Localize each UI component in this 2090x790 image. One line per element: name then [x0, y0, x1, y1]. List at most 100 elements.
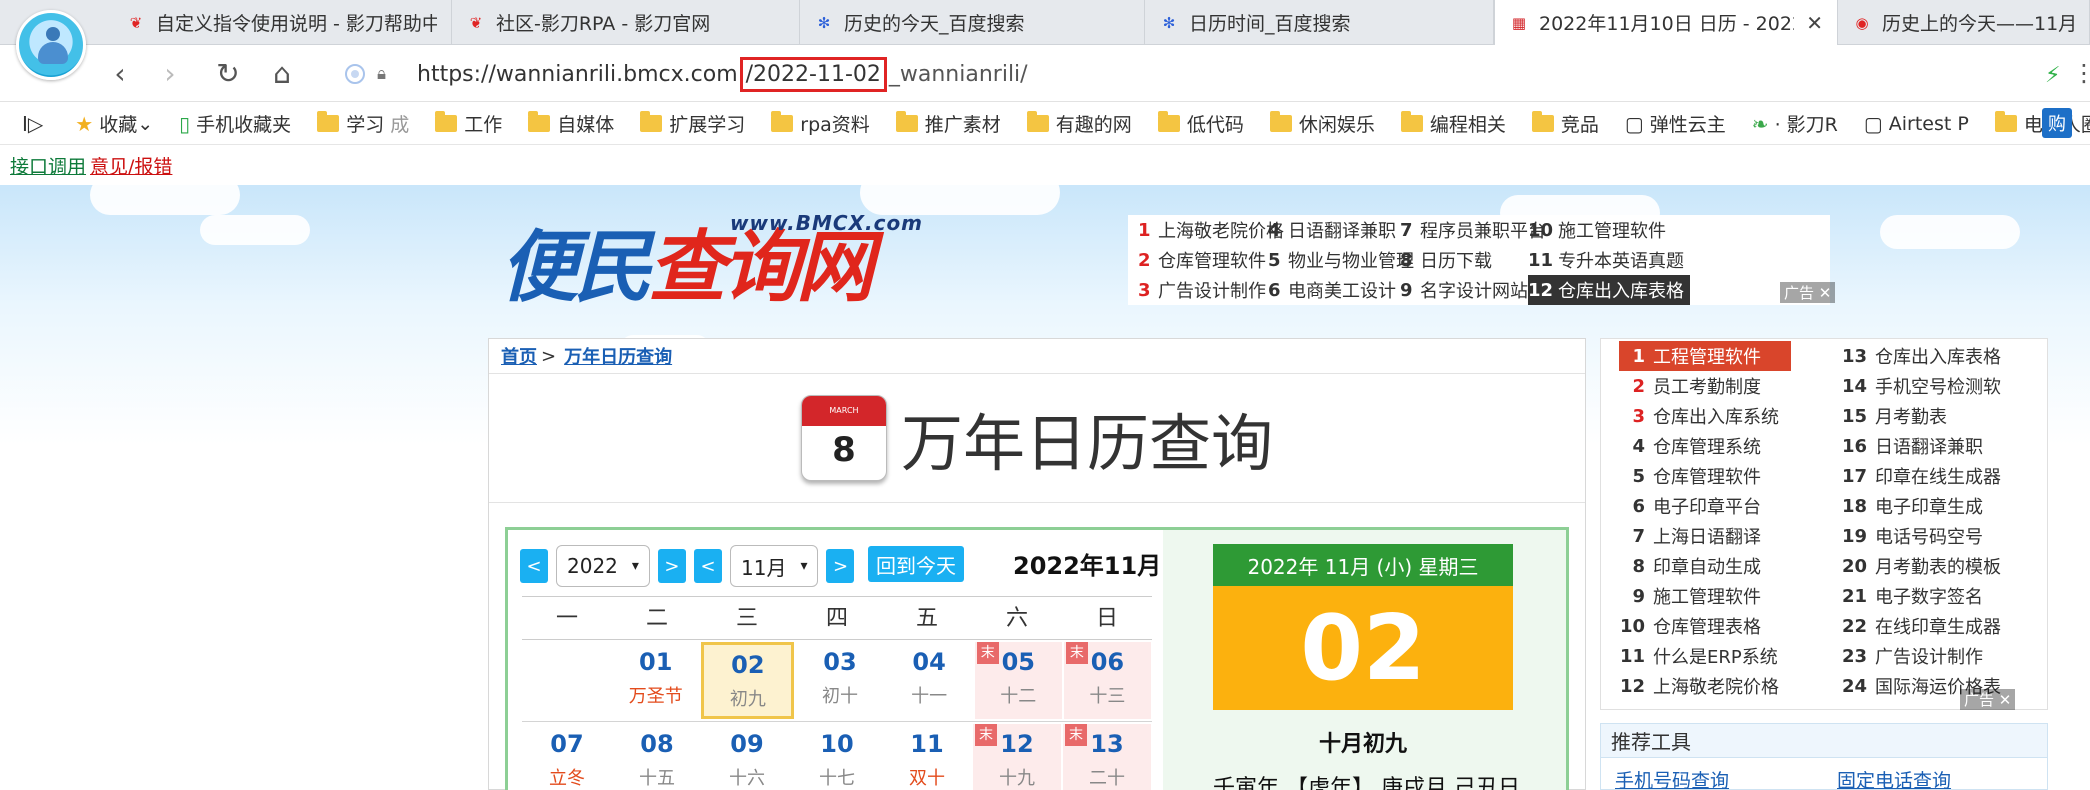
bookmark-item[interactable]: 自媒体 [528, 110, 614, 137]
hot-search-item[interactable]: 1 上海敬老院价格 [1138, 215, 1284, 245]
bookmark-item[interactable]: ▢ Airtest P [1864, 112, 1969, 136]
feedback-link[interactable]: 意见/报错 [90, 152, 172, 179]
bookmark-item[interactable]: ★ 收藏 ⌄ [75, 110, 153, 137]
bookmark-item[interactable]: 工作 [435, 110, 502, 137]
ad-close[interactable]: 广告 ✕ [1960, 689, 2016, 710]
calendar-day-cell[interactable]: 01 万圣节 [612, 642, 699, 719]
hot-search-item[interactable]: 15 月考勤表 [1841, 401, 1947, 431]
bookmark-item[interactable]: 扩展学习 [640, 110, 745, 137]
tool-link[interactable]: 固定电话查询 [1837, 766, 1951, 790]
calendar-day-cell[interactable]: 03 初十 [796, 642, 883, 719]
ad-close[interactable]: 广告 ✕ [1780, 282, 1836, 303]
calendar-day-cell[interactable]: 末 12 十九 [973, 724, 1061, 790]
bookmark-item[interactable]: ❧ · 影刀R [1752, 110, 1838, 137]
next-month-button[interactable]: > [826, 549, 855, 583]
api-link[interactable]: 接口调用 [10, 152, 86, 179]
hot-search-item[interactable]: 14 手机空号检测软 [1841, 371, 2001, 401]
bookmark-item[interactable]: 低代码 [1157, 110, 1244, 137]
back-icon[interactable]: ‹ [102, 55, 138, 91]
year-select[interactable]: 2022 ▾ [556, 545, 650, 587]
tab[interactable]: ✻ 日历时间_百度搜索 [1145, 0, 1494, 45]
hot-search-item[interactable]: 8 印章自动生成 [1619, 551, 1761, 581]
home-icon[interactable]: ⌂ [264, 55, 300, 91]
forward-icon[interactable]: › [152, 55, 188, 91]
hot-search-item[interactable]: 5 物业与物业管理 [1268, 245, 1414, 275]
calendar-day-cell[interactable]: 07 立冬 [523, 724, 611, 790]
hot-search-item[interactable]: 3 广告设计制作 [1138, 275, 1266, 305]
breadcrumb-home[interactable]: 首页 [501, 343, 537, 369]
hot-search-item[interactable]: 22 在线印章生成器 [1841, 611, 2001, 641]
next-year-button[interactable]: > [657, 549, 686, 583]
hot-search-item[interactable]: 6 电商美工设计 [1268, 275, 1396, 305]
tab[interactable]: ❦ 社区-影刀RPA - 影刀官网 [452, 0, 800, 45]
calendar-day-cell[interactable]: 04 十一 [886, 642, 973, 719]
bookmark-item[interactable]: ▯ 手机收藏夹 [179, 110, 291, 137]
hot-search-item[interactable]: 7 上海日语翻译 [1619, 521, 1761, 551]
bookmark-item[interactable]: ▢ 弹性云主 [1625, 110, 1726, 137]
bookmark-item[interactable]: 有趣的网 [1026, 110, 1132, 137]
hot-search-item[interactable]: 6 电子印章平台 [1619, 491, 1761, 521]
hot-search-item[interactable]: 2 员工考勤制度 [1619, 371, 1761, 401]
hot-search-item[interactable]: 12 仓库出入库表格 [1528, 275, 1690, 305]
calendar-day-cell[interactable]: 08 十五 [613, 724, 701, 790]
hot-search-item[interactable]: 18 电子印章生成 [1841, 491, 1983, 521]
calendar-day-cell[interactable]: 末 06 十三 [1063, 642, 1151, 719]
month-select[interactable]: 11月 ▾ [730, 545, 819, 587]
hot-search-item[interactable]: 20 月考勤表的模板 [1841, 551, 2001, 581]
hot-search-item[interactable]: 11 专升本英语真题 [1528, 245, 1684, 275]
hot-search-item[interactable]: 9 名字设计网站 [1400, 275, 1528, 305]
site-logo[interactable]: 便民查询网 www.BMCX.com [500, 205, 960, 313]
hot-search-item[interactable]: 4 日语翻译兼职 [1268, 215, 1396, 245]
hot-search-item[interactable]: 10 仓库管理表格 [1619, 611, 1761, 641]
bookmark-item[interactable]: 推广素材 [895, 110, 1001, 137]
reload-icon[interactable]: ↻ [210, 55, 246, 91]
hot-search-item[interactable]: 1 工程管理软件 [1619, 341, 1791, 371]
prev-month-button[interactable]: < [694, 549, 722, 583]
tab[interactable]: ✻ 历史的今天_百度搜索 [800, 0, 1145, 45]
lock-icon[interactable]: 🔒︎ [377, 64, 397, 84]
calendar-day-cell[interactable]: 02 初九 [701, 642, 795, 719]
hot-search-item[interactable]: 4 仓库管理系统 [1619, 431, 1761, 461]
prev-year-button[interactable]: < [520, 549, 548, 583]
calendar-day-cell[interactable]: 末 05 十二 [974, 642, 1062, 719]
profile-avatar-icon[interactable] [16, 10, 86, 80]
hot-search-item[interactable]: 21 电子数字签名 [1841, 581, 1983, 611]
bookmark-item[interactable]: 学习成 [317, 110, 409, 137]
hot-search-item[interactable]: 2 仓库管理软件 [1138, 245, 1266, 275]
address-bar[interactable]: 🔒︎ https://wannianrili.bmcx.com/2022-11-… [345, 53, 1985, 95]
bookmark-item[interactable]: 竞品 [1531, 110, 1599, 137]
breadcrumb-current[interactable]: 万年日历查询 [564, 343, 672, 369]
hot-search-item[interactable]: 11 什么是ERP系统 [1619, 641, 1778, 671]
hot-search-item[interactable]: 13 仓库出入库表格 [1841, 341, 2001, 371]
calendar-day-cell[interactable]: 10 十七 [793, 724, 881, 790]
shopping-icon[interactable]: 购 [2042, 108, 2072, 138]
hot-search-item[interactable]: 5 仓库管理软件 [1619, 461, 1761, 491]
security-shield-icon[interactable] [345, 64, 365, 84]
hot-search-item[interactable]: 17 印章在线生成器 [1841, 461, 2001, 491]
hot-search-item[interactable]: 10 施工管理软件 [1528, 215, 1666, 245]
hot-search-item[interactable]: 8 日历下载 [1400, 245, 1492, 275]
bookmark-item[interactable]: rpa资料 [771, 110, 870, 137]
bookmark-item[interactable]: 休闲娱乐 [1269, 110, 1375, 137]
hot-search-item[interactable]: 16 日语翻译兼职 [1841, 431, 1983, 461]
calendar-day-cell[interactable]: 末 13 二十 [1063, 724, 1151, 790]
menu-dots-icon[interactable]: ⋮ [2072, 59, 2090, 87]
tab[interactable]: ◉ 历史上的今天——11月5日 [1838, 0, 2090, 45]
hot-search-item[interactable]: 3 仓库出入库系统 [1619, 401, 1779, 431]
bookmark-item[interactable]: 编程相关 [1400, 110, 1506, 137]
lightning-icon[interactable]: ⚡︎ [2045, 63, 2060, 88]
calendar-day-cell[interactable]: 09 十六 [703, 724, 791, 790]
hot-search-item[interactable]: 19 电话号码空号 [1841, 521, 1983, 551]
hot-search-item[interactable]: 12 上海敬老院价格 [1619, 671, 1779, 701]
current-year-month: 2022年11月 [1013, 552, 1162, 580]
tab[interactable]: ❦ 自定义指令使用说明 - 影刀帮助中 [112, 0, 452, 45]
back-to-today-button[interactable]: 回到今天 [868, 546, 964, 582]
hot-search-item[interactable]: 9 施工管理软件 [1619, 581, 1761, 611]
close-icon[interactable]: ✕ [1806, 11, 1823, 35]
calendar-day-cell[interactable]: 11 双十 [883, 724, 971, 790]
bookmark-item[interactable]: I▷ [22, 112, 49, 136]
hot-search-item[interactable]: 7 程序员兼职平台 [1400, 215, 1546, 245]
tab-active[interactable]: ▦ 2022年11月10日 日历 - 2022年 ✕ [1494, 0, 1838, 45]
tool-link[interactable]: 手机号码查询 [1615, 766, 1729, 790]
hot-search-item[interactable]: 23 广告设计制作 [1841, 641, 1983, 671]
